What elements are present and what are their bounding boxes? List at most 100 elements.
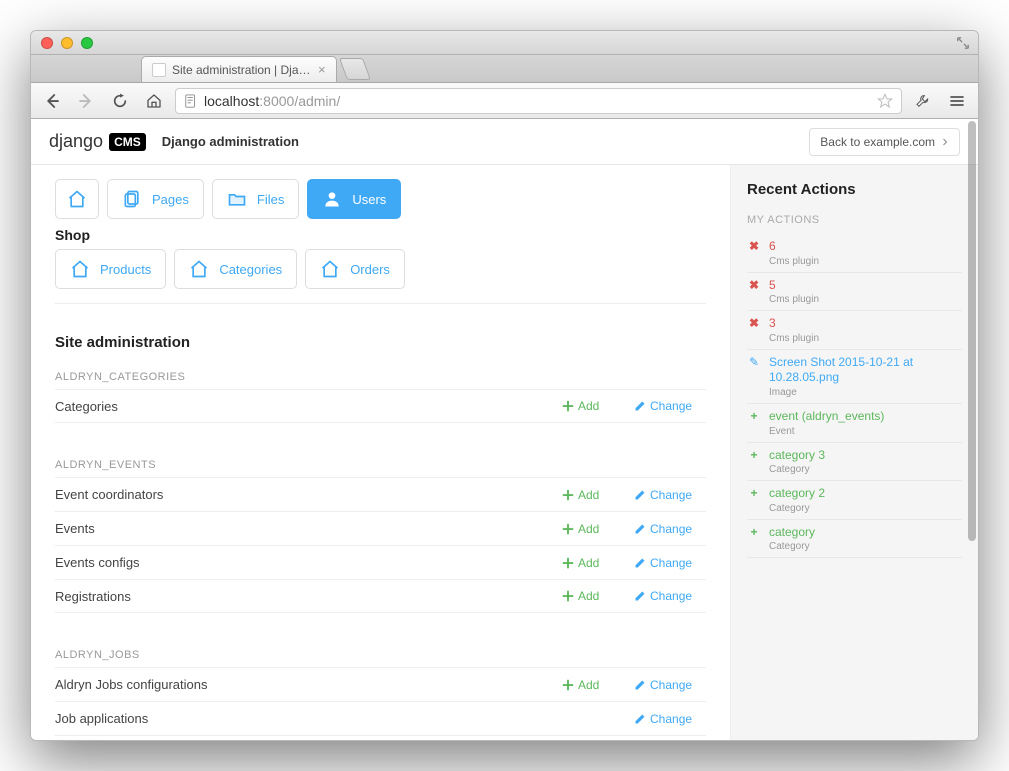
recent-action-link[interactable]: 3 xyxy=(769,316,962,332)
scrollbar-thumb[interactable] xyxy=(968,121,976,541)
window-zoom-button[interactable] xyxy=(81,37,93,49)
plus-icon xyxy=(562,489,574,501)
recent-action-link[interactable]: 5 xyxy=(769,278,962,294)
recent-action-link[interactable]: category 3 xyxy=(769,448,962,464)
window-close-button[interactable] xyxy=(41,37,53,49)
home-icon xyxy=(146,93,162,109)
nav-categories[interactable]: Categories xyxy=(174,249,297,289)
menu-button[interactable] xyxy=(944,88,970,114)
pencil-icon: ✎ xyxy=(747,355,761,398)
logo-badge: CMS xyxy=(109,133,146,151)
recent-action-item[interactable]: ✎ Screen Shot 2015-10-21 at 10.28.05.pngI… xyxy=(747,350,962,404)
address-bar[interactable]: localhost:8000/admin/ xyxy=(175,88,902,114)
nav-home[interactable] xyxy=(55,179,99,219)
model-row: Aldryn Jobs configurationsAddChange xyxy=(55,667,706,701)
recent-action-item[interactable]: +categoryCategory xyxy=(747,520,962,559)
wrench-button[interactable] xyxy=(910,88,936,114)
add-link[interactable]: Add xyxy=(562,488,634,502)
pages-icon xyxy=(122,189,142,209)
add-link[interactable]: Add xyxy=(562,522,634,536)
recent-action-type: Cms plugin xyxy=(769,256,962,267)
recent-action-item[interactable]: ✖6Cms plugin xyxy=(747,234,962,273)
pencil-icon xyxy=(634,523,646,535)
browser-tab[interactable]: Site administration | Django × xyxy=(141,56,337,82)
delete-icon: ✖ xyxy=(747,316,761,344)
recent-action-body: categoryCategory xyxy=(769,525,962,553)
add-link[interactable]: Add xyxy=(562,556,634,570)
forward-button[interactable] xyxy=(73,88,99,114)
recent-action-link[interactable]: 6 xyxy=(769,239,962,255)
window-minimize-button[interactable] xyxy=(61,37,73,49)
change-link[interactable]: Change xyxy=(634,556,706,570)
user-icon xyxy=(322,189,342,209)
nav-products[interactable]: Products xyxy=(55,249,166,289)
model-link[interactable]: Registrations xyxy=(55,589,562,604)
app-group: ALDRYN_JOBSAldryn Jobs configurationsAdd… xyxy=(55,649,706,740)
back-button[interactable] xyxy=(39,88,65,114)
model-link[interactable]: Events xyxy=(55,521,562,536)
nav-pages[interactable]: Pages xyxy=(107,179,204,219)
model-row: Job applications Change xyxy=(55,701,706,735)
logo-text: django xyxy=(49,131,103,152)
recent-action-type: Category xyxy=(769,464,962,475)
change-link[interactable]: Change xyxy=(634,488,706,502)
page-viewport: django CMS Django administration Back to… xyxy=(31,119,978,740)
change-link[interactable]: Change xyxy=(634,712,706,726)
delete-icon: ✖ xyxy=(747,278,761,306)
tab-strip: Site administration | Django × xyxy=(31,55,978,83)
recent-action-link[interactable]: Screen Shot 2015-10-21 at 10.28.05.png xyxy=(769,355,962,386)
app-name: ALDRYN_EVENTS xyxy=(55,459,706,471)
nav-orders[interactable]: Orders xyxy=(305,249,405,289)
model-link[interactable]: Event coordinators xyxy=(55,487,562,502)
add-link[interactable]: Add xyxy=(562,399,634,413)
change-link[interactable]: Change xyxy=(634,522,706,536)
model-link[interactable]: Events configs xyxy=(55,555,562,570)
recent-action-link[interactable]: category xyxy=(769,525,962,541)
fullscreen-icon[interactable] xyxy=(956,36,970,50)
plus-icon: + xyxy=(747,448,761,476)
model-row: Job categoriesAddChange xyxy=(55,735,706,740)
recent-action-body: category 2Category xyxy=(769,486,962,514)
logo[interactable]: django CMS xyxy=(49,131,146,152)
home-button[interactable] xyxy=(141,88,167,114)
recent-action-type: Event xyxy=(769,426,962,437)
recent-action-link[interactable]: category 2 xyxy=(769,486,962,502)
recent-action-item[interactable]: +event (aldryn_events)Event xyxy=(747,404,962,443)
recent-action-type: Image xyxy=(769,387,962,398)
recent-action-type: Category xyxy=(769,503,962,514)
recent-action-link[interactable]: event (aldryn_events) xyxy=(769,409,962,425)
tab-close-icon[interactable]: × xyxy=(318,62,326,77)
nav-users[interactable]: Users xyxy=(307,179,401,219)
add-link[interactable]: Add xyxy=(562,589,634,603)
plus-icon xyxy=(562,590,574,602)
change-link[interactable]: Change xyxy=(634,399,706,413)
change-link[interactable]: Change xyxy=(634,678,706,692)
admin-header: django CMS Django administration Back to… xyxy=(31,119,978,165)
model-link[interactable]: Categories xyxy=(55,399,562,414)
app-group: ALDRYN_CATEGORIES CategoriesAddChange xyxy=(55,371,706,423)
reload-icon xyxy=(112,93,128,109)
bookmark-star-icon[interactable] xyxy=(877,93,893,109)
recent-action-item[interactable]: ✖5Cms plugin xyxy=(747,273,962,312)
change-link[interactable]: Change xyxy=(634,589,706,603)
new-tab-button[interactable] xyxy=(339,58,371,80)
nav-orders-label: Orders xyxy=(350,262,390,277)
recent-action-item[interactable]: ✖3Cms plugin xyxy=(747,311,962,350)
recent-action-item[interactable]: + category 3Category xyxy=(747,443,962,482)
recent-action-item[interactable]: +category 2Category xyxy=(747,481,962,520)
shop-section-label: Shop xyxy=(55,227,706,243)
app-name: ALDRYN_CATEGORIES xyxy=(55,371,706,383)
wrench-icon xyxy=(915,93,931,109)
back-to-site-button[interactable]: Back to example.com xyxy=(809,128,960,156)
nav-files[interactable]: Files xyxy=(212,179,299,219)
dashboard-nav: Pages Files Users xyxy=(55,179,706,219)
model-link[interactable]: Aldryn Jobs configurations xyxy=(55,677,562,692)
add-link[interactable]: Add xyxy=(562,678,634,692)
arrow-right-icon xyxy=(77,92,95,110)
model-link[interactable]: Job applications xyxy=(55,711,562,726)
folder-icon xyxy=(227,189,247,209)
home-icon xyxy=(320,259,340,279)
reload-button[interactable] xyxy=(107,88,133,114)
url-port: :8000 xyxy=(259,93,294,109)
hamburger-icon xyxy=(949,93,965,109)
